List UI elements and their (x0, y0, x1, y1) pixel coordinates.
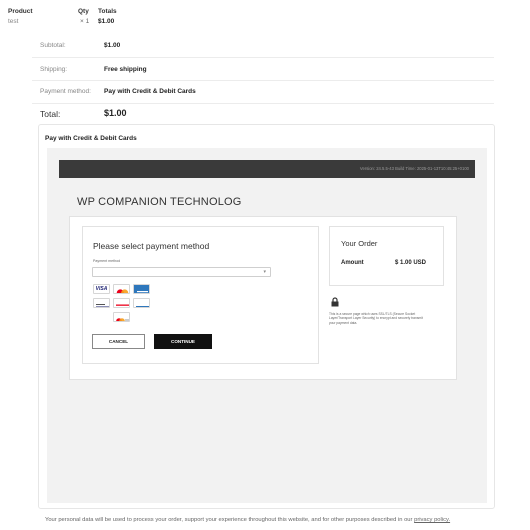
divider (32, 57, 494, 58)
payment-box-title: Pay with Credit & Debit Cards (45, 135, 137, 142)
chevron-down-icon: ▾ (263, 269, 266, 275)
product-total: $1.00 (98, 18, 115, 25)
qty-header: Qty (78, 8, 89, 15)
visa-logo: VISA (93, 284, 110, 294)
mastercard-icon (116, 289, 129, 293)
privacy-policy-link[interactable]: privacy policy. (414, 517, 450, 523)
payment-box: Pay with Credit & Debit Cards Version: 2… (38, 124, 495, 509)
amount-label: Amount (341, 260, 364, 266)
payment-gateway-frame: Version: 24.5.5-43 Build Time: 2025-01-1… (47, 148, 487, 503)
total-label: Total: (40, 109, 61, 119)
safekey-logo (133, 298, 150, 308)
your-order-title: Your Order (341, 239, 378, 248)
merchant-name: WP COMPANION TECHNOLOG (77, 196, 242, 208)
secure-page-note: This is a secure page which uses SSL/TLS… (329, 312, 423, 325)
amex-icon (137, 291, 148, 293)
payment-method-label: Payment method: (40, 88, 91, 95)
subtotal-value: $1.00 (104, 42, 121, 49)
payment-method-title: Please select payment method (93, 241, 210, 251)
product-header: Product (8, 8, 33, 15)
divider (32, 103, 494, 104)
privacy-notice: Your personal data will be used to proce… (45, 516, 525, 524)
mastercard-id-check-logo (113, 298, 130, 308)
shipping-value: Free shipping (104, 66, 147, 73)
payment-method-value: Pay with Credit & Debit Cards (104, 88, 196, 95)
continue-button[interactable]: CONTINUE (154, 334, 212, 349)
mastercard-debit-logo (113, 312, 130, 322)
product-name: test (8, 18, 19, 25)
payment-method-panel: Please select payment method Payment met… (82, 226, 319, 364)
your-order-panel: Your Order Amount $ 1.00 USD (329, 226, 444, 286)
mastercard-debit-icon (116, 318, 129, 321)
total-value: $1.00 (104, 108, 127, 118)
version-text: Version: 24.5.5-43 Build Time: 2025-01-1… (359, 166, 469, 171)
totals-header: Totals (98, 8, 117, 15)
mastercard-id-check-icon (116, 304, 129, 306)
shipping-label: Shipping: (40, 66, 68, 73)
mastercard-logo (113, 284, 130, 294)
subtotal-label: Subtotal: (40, 42, 66, 49)
safekey-icon (136, 306, 149, 307)
amount-value: $ 1.00 USD (395, 260, 427, 266)
amex-logo (133, 284, 150, 294)
gateway-card: Please select payment method Payment met… (69, 216, 457, 380)
cancel-button[interactable]: CANCEL (92, 334, 145, 349)
lock-icon (331, 297, 339, 307)
divider (32, 80, 494, 81)
verified-by-visa-logo (93, 298, 110, 308)
privacy-text: Your personal data will be used to proce… (45, 517, 413, 523)
payment-method-field-label: Payment method (93, 259, 121, 263)
verified-by-visa-icon (96, 304, 109, 307)
version-bar: Version: 24.5.5-43 Build Time: 2025-01-1… (59, 160, 475, 178)
product-qty: × 1 (80, 18, 90, 25)
payment-method-select[interactable]: ▾ (92, 267, 271, 277)
